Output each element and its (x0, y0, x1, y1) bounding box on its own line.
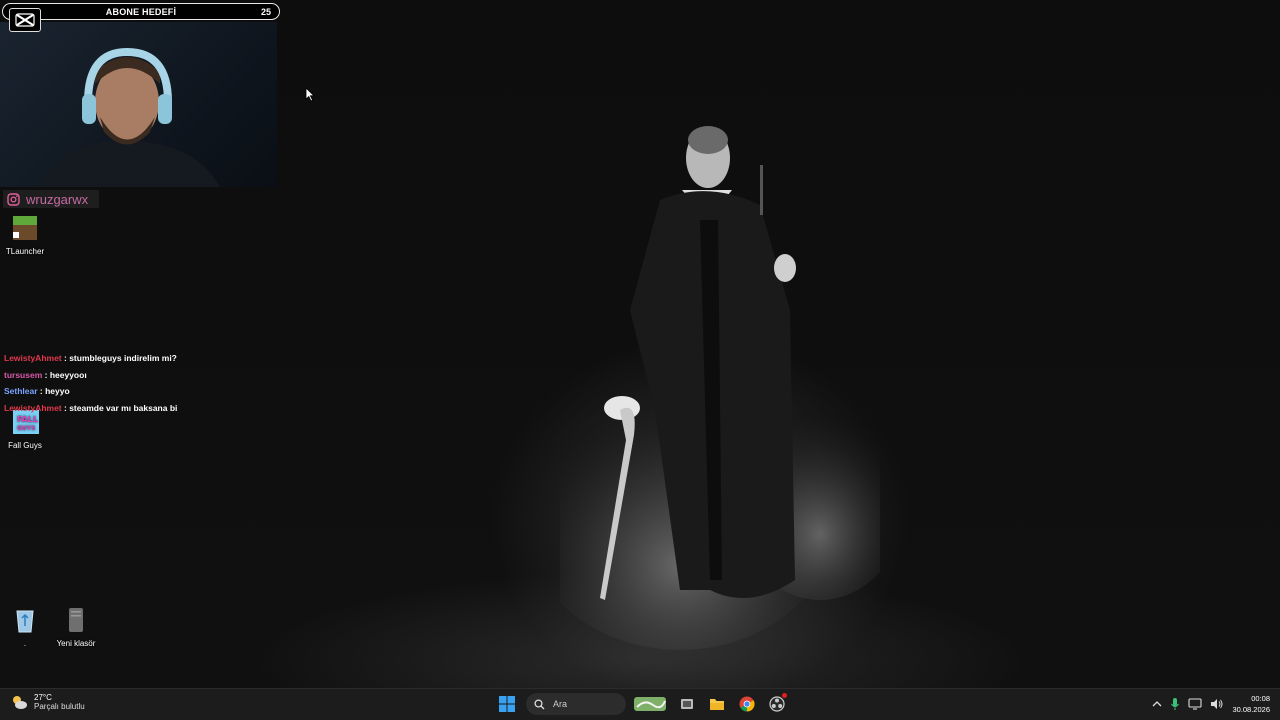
partly-cloudy-icon (13, 696, 27, 709)
chat-username: tursusem (4, 369, 43, 380)
recording-indicator (782, 693, 787, 698)
recording-app-button[interactable] (766, 693, 788, 715)
chat-text: : heeyyooı (44, 369, 87, 380)
chat-text: : steamde var mı baksana bi (64, 402, 178, 413)
microphone-icon[interactable] (1170, 697, 1180, 711)
minecraft-grass-icon (13, 216, 37, 240)
instagram-icon (7, 192, 20, 206)
search-highlight-icon (634, 697, 666, 711)
search-icon (534, 698, 545, 709)
instagram-handle: wruzgarwx (26, 191, 89, 207)
webcam-feed (0, 22, 277, 187)
chat-text: : heyyo (39, 386, 70, 396)
chat-username: LewistyAhmet (4, 402, 62, 413)
chevron-up-icon[interactable] (1152, 700, 1162, 708)
chrome-icon (739, 696, 755, 712)
desktop-icon-recycle-bin[interactable]: . (0, 606, 50, 648)
svg-text:FALL: FALL (17, 415, 38, 424)
wallpaper-figure (560, 126, 880, 650)
chat-username: Sethlear (4, 386, 38, 396)
instagram-badge: wruzgarwx (3, 190, 99, 208)
chat-message: LewistyAhmet : steamde var mı baksana bi (4, 400, 264, 417)
clock-time: 00:08 (1251, 694, 1270, 703)
taskbar-apps: Ara (496, 693, 788, 715)
search-placeholder: Ara (553, 699, 568, 709)
search-highlight-button[interactable] (632, 693, 668, 715)
folder-icon (69, 608, 83, 632)
chrome-button[interactable] (736, 693, 758, 715)
taskbar-clock[interactable]: 00:08 30.08.2026 (1232, 693, 1270, 715)
chat-message: tursusem : heeyyooı (4, 367, 264, 384)
chat-text: : stumbleguys indirelim mi? (64, 353, 177, 363)
chat-message: LewistyAhmet : stumbleguys indirelim mi? (4, 350, 264, 367)
goal-title: ABONE HEDEFİ (105, 6, 177, 17)
desktop-icon-label: TLauncher (5, 247, 45, 256)
windows-logo-icon (499, 696, 515, 712)
streamer-silhouette (40, 47, 220, 187)
weather-widget[interactable]: 27°C Parçalı bulutlu (10, 693, 85, 711)
chat-message: Sethlear : heyyo (4, 383, 264, 400)
task-view-icon (681, 699, 693, 709)
volume-icon[interactable] (1210, 698, 1224, 710)
taskbar-search[interactable]: Ara (526, 693, 626, 715)
mouse-cursor-icon (305, 87, 315, 102)
desktop-icon-label: Fall Guys (8, 441, 42, 450)
clock-date: 30.08.2026 (1232, 705, 1270, 714)
desktop-icon-label: Yeni klasör (56, 639, 96, 648)
chat-username: LewistyAhmet (4, 353, 62, 363)
start-button[interactable] (496, 693, 518, 715)
desktop-icon-yeni-klasor[interactable]: Yeni klasör (51, 606, 101, 648)
capcut-logo-icon (9, 8, 41, 32)
recycle-bin-icon (16, 610, 34, 633)
desktop-icon-tlauncher[interactable]: TLauncher (0, 214, 50, 256)
desktop-icon-label: . (23, 639, 27, 648)
weather-temperature: 27°C (34, 693, 52, 702)
system-tray: 00:08 30.08.2026 (1152, 693, 1270, 715)
task-view-button[interactable] (676, 693, 698, 715)
taskbar: 27°C Parçalı bulutlu Ara 00:08 30.08.202… (0, 688, 1280, 720)
svg-text:GUYS: GUYS (17, 425, 35, 432)
file-explorer-icon (710, 699, 724, 710)
weather-description: Parçalı bulutlu (34, 702, 85, 711)
stream-chat: LewistyAhmet : stumbleguys indirelim mi?… (4, 350, 264, 416)
file-explorer-button[interactable] (706, 693, 728, 715)
network-icon[interactable] (1188, 698, 1203, 710)
obs-icon (769, 696, 785, 712)
subscriber-goal-bar: 0 ABONE HEDEFİ 25 (2, 3, 280, 20)
